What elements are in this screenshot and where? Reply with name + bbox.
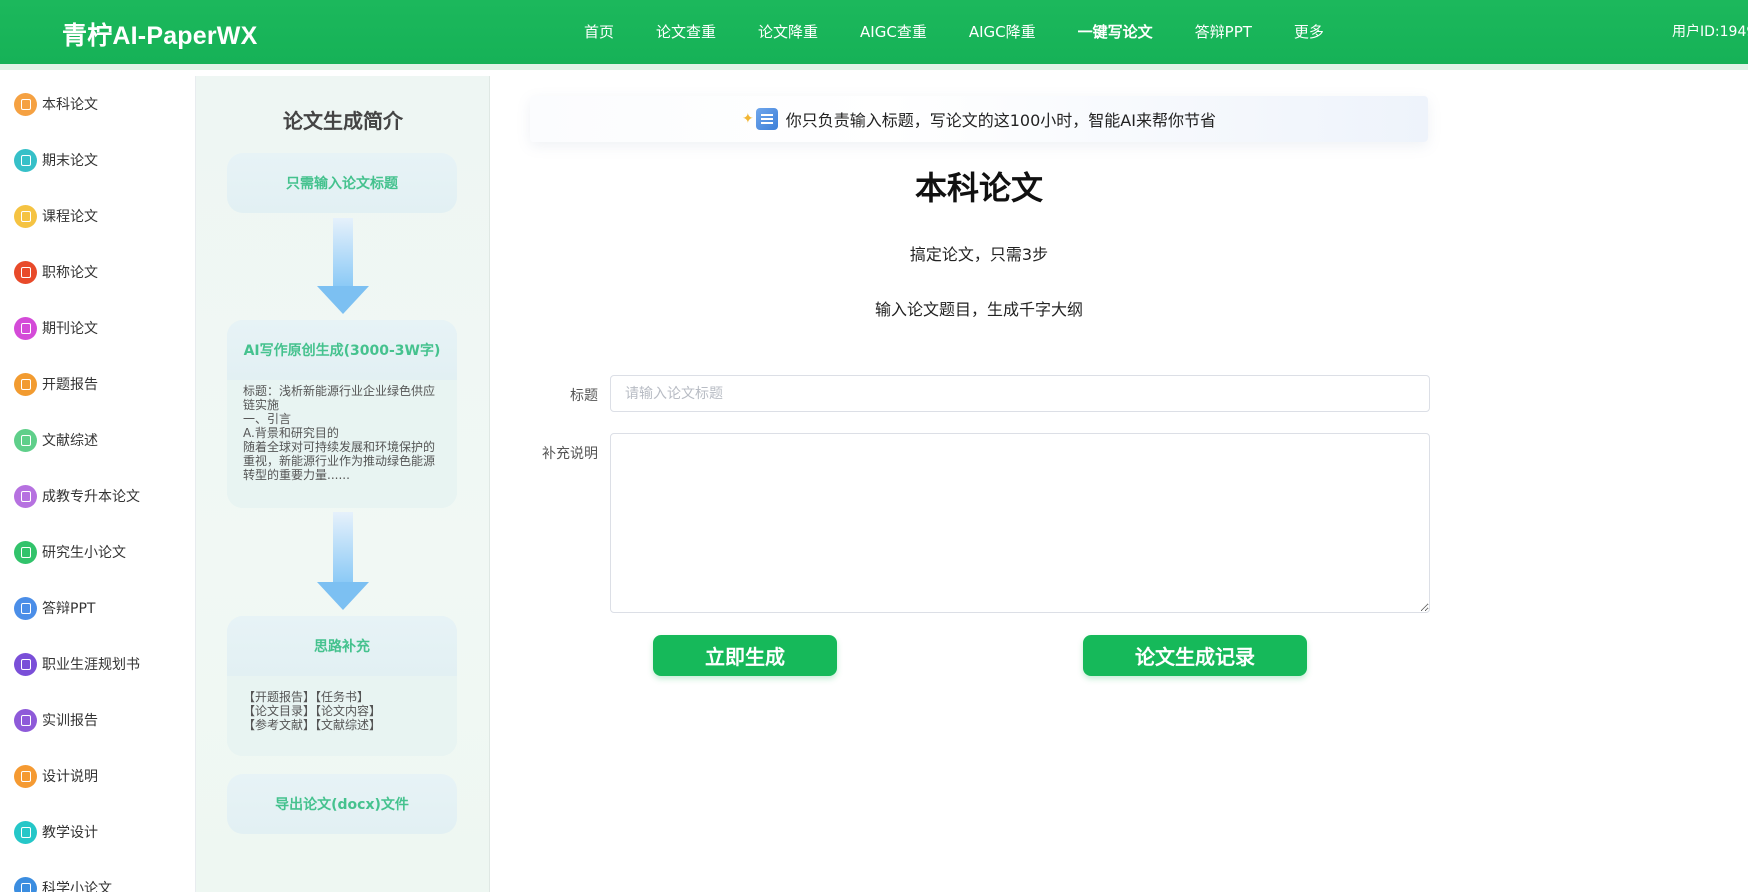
- nav-aigc-reduce[interactable]: AIGC降重: [969, 21, 1036, 42]
- example-line: 标题：浅析新能源行业企业绿色供应链实施: [243, 384, 436, 412]
- banner-text: 你只负责输入标题，写论文的这100小时，智能AI来帮你节省: [785, 111, 1216, 130]
- sidebar-item-label: 设计说明: [42, 769, 98, 785]
- brand-logo[interactable]: 青柠AI-PaperWX: [62, 16, 257, 52]
- step-title: 思路补充: [227, 616, 457, 676]
- sidebar-item-label: 答辩PPT: [42, 601, 96, 617]
- thesis-icon: [14, 92, 37, 116]
- page-description: 输入论文题目，生成千字大纲: [874, 300, 1083, 319]
- promo-banner: ✦ 你只负责输入标题，写论文的这100小时，智能AI来帮你节省: [530, 96, 1428, 142]
- sidebar-item-label: 成教专升本论文: [42, 489, 140, 505]
- generate-button[interactable]: 立即生成: [653, 635, 837, 676]
- doc-icon: [14, 148, 37, 172]
- design-icon: [14, 764, 37, 788]
- sidebar-item[interactable]: 设计说明: [14, 763, 98, 789]
- extra-notes-textarea[interactable]: [610, 433, 1430, 613]
- leaf-icon: [14, 428, 37, 452]
- nav-write-thesis[interactable]: 一键写论文: [1078, 21, 1153, 42]
- step-card-ideas: 思路补充 【开题报告】【任务书】 【论文目录】【论文内容】 【参考文献】【文献综…: [227, 616, 457, 756]
- sidebar-item-label: 教学设计: [42, 825, 98, 841]
- sidebar-item[interactable]: 期末论文: [14, 147, 98, 173]
- ppt-icon: [14, 596, 37, 620]
- nav-plagiarism-check[interactable]: 论文查重: [656, 21, 716, 42]
- example-line: A.背景和研究目的: [243, 426, 339, 440]
- ideas-line: 【开题报告】【任务书】: [243, 690, 370, 704]
- sidebar-item-label: 职业生涯规划书: [42, 657, 140, 673]
- step-card-export: 导出论文(docx)文件: [227, 774, 457, 834]
- example-line: 随着全球对可持续发展和环境保护的重视，新能源行业作为推动绿色能源转型的重要力量.…: [243, 440, 436, 482]
- nav-aigc-check[interactable]: AIGC查重: [860, 21, 927, 42]
- step-example-text: 标题：浅析新能源行业企业绿色供应链实施 一、引言 A.背景和研究目的 随着全球对…: [227, 380, 457, 508]
- sidebar-item-label: 期末论文: [42, 153, 98, 169]
- sidebar-item[interactable]: 开题报告: [14, 371, 98, 397]
- down-arrow-icon: [317, 218, 369, 314]
- sidebar-item[interactable]: 科学小论文: [14, 875, 112, 892]
- sidebar-item[interactable]: 答辩PPT: [14, 595, 95, 621]
- sidebar-item-label: 职称论文: [42, 265, 98, 281]
- step-title: AI写作原创生成(3000-3W字): [227, 320, 457, 380]
- extra-label: 补充说明: [542, 446, 598, 462]
- sidebar-item[interactable]: 教学设计: [14, 819, 98, 845]
- sidebar-item-label: 研究生小论文: [42, 545, 126, 561]
- generation-records-button[interactable]: 论文生成记录: [1083, 635, 1307, 676]
- page-subtitle: 搞定论文，只需3步: [909, 245, 1049, 264]
- sidebar-item-label: 本科论文: [42, 97, 98, 113]
- sidebar-item[interactable]: 实训报告: [14, 707, 98, 733]
- sidebar-item-label: 科学小论文: [42, 881, 112, 892]
- sidebar-item[interactable]: 课程论文: [14, 203, 98, 229]
- ideas-line: 【论文目录】【论文内容】: [243, 704, 382, 718]
- step-title: 只需输入论文标题: [227, 153, 457, 213]
- thesis-title-input[interactable]: [610, 375, 1430, 412]
- intro-title: 论文生成简介: [283, 109, 403, 133]
- sidebar-item[interactable]: 文献综述: [14, 427, 98, 453]
- sidebar-item[interactable]: 本科论文: [14, 91, 98, 117]
- sidebar-item[interactable]: 期刊论文: [14, 315, 98, 341]
- example-line: 一、引言: [243, 412, 292, 426]
- step-card-ai-generate: AI写作原创生成(3000-3W字) 标题：浅析新能源行业企业绿色供应链实施 一…: [227, 320, 457, 508]
- science-icon: [14, 876, 37, 892]
- doc-icon: [14, 204, 37, 228]
- sidebar-item-label: 文献综述: [42, 433, 98, 449]
- sidebar-item[interactable]: 职称论文: [14, 259, 98, 285]
- sidebar-item[interactable]: 职业生涯规划书: [14, 651, 140, 677]
- nav-more[interactable]: 更多: [1294, 21, 1324, 42]
- teach-icon: [14, 820, 37, 844]
- book-icon: [14, 484, 37, 508]
- chart-icon: [14, 372, 37, 396]
- sidebar: 本科论文期末论文课程论文职称论文期刊论文开题报告文献综述成教专升本论文 研究生小论…: [0, 76, 196, 892]
- sparkle-icon: ✦: [742, 111, 754, 127]
- growth-icon: [14, 540, 37, 564]
- sidebar-item[interactable]: 研究生小论文: [14, 539, 126, 565]
- doc-icon: [14, 260, 37, 284]
- step-card-input-title: 只需输入论文标题: [227, 153, 457, 213]
- document-icon: [755, 108, 778, 130]
- nav-plagiarism-reduce[interactable]: 论文降重: [758, 21, 818, 42]
- nav-home[interactable]: 首页: [584, 21, 614, 42]
- top-navbar: 青柠AI-PaperWX 首页 论文查重 论文降重 AIGC查重 AIGC降重 …: [0, 0, 1748, 70]
- user-id-label[interactable]: 用户ID:1949: [1672, 21, 1748, 41]
- sidebar-item-label: 开题报告: [42, 377, 98, 393]
- sidebar-item-label: 实训报告: [42, 713, 98, 729]
- main-nav: 首页 论文查重 论文降重 AIGC查重 AIGC降重 一键写论文 答辩PPT 更…: [584, 0, 1366, 62]
- down-arrow-icon: [317, 512, 369, 610]
- sidebar-item[interactable]: 成教专升本论文: [14, 483, 140, 509]
- sidebar-item-label: 课程论文: [42, 209, 98, 225]
- ideas-line: 【参考文献】【文献综述】: [243, 718, 382, 732]
- step-ideas-text: 【开题报告】【任务书】 【论文目录】【论文内容】 【参考文献】【文献综述】: [227, 676, 457, 756]
- title-label: 标题: [570, 388, 598, 404]
- page-title: 本科论文: [914, 169, 1043, 207]
- people-icon: [14, 316, 37, 340]
- nav-defense-ppt[interactable]: 答辩PPT: [1195, 21, 1252, 42]
- report-icon: [14, 708, 37, 732]
- intro-panel: 论文生成简介 只需输入论文标题 AI写作原创生成(3000-3W字) 标题：浅析…: [196, 76, 490, 892]
- sidebar-item-label: 期刊论文: [42, 321, 98, 337]
- plan-icon: [14, 652, 37, 676]
- step-title: 导出论文(docx)文件: [227, 774, 457, 834]
